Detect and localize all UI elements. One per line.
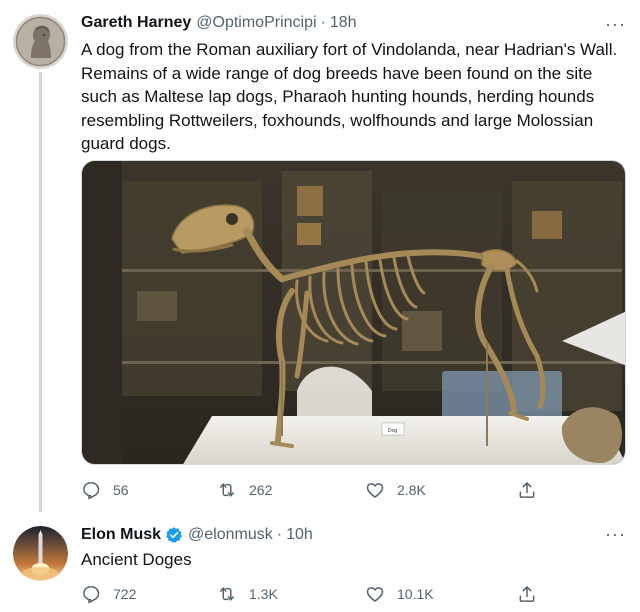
tweet-media-photo[interactable]: Dog [81,160,626,465]
avatar[interactable] [13,14,68,69]
retweet-button[interactable]: 1.3K [217,582,278,606]
heart-icon [366,483,384,498]
tweet-actions: 722 1.3K 10.1K [81,582,626,606]
specimen-label: Dog [388,428,397,434]
timestamp[interactable]: 10h [286,526,313,544]
dog-skeleton-photo-icon: Dog [82,161,625,464]
avatar[interactable] [13,526,68,581]
separator-dot: · [320,14,326,31]
tweet-header: Elon Musk @elonmusk · 10h [81,524,313,546]
retweet-count: 1.3K [249,586,278,602]
reply-icon [83,586,100,604]
reply-count: 722 [113,586,137,602]
retweet-icon [220,587,234,601]
author-name[interactable]: Gareth Harney [81,14,191,32]
reply-button[interactable]: 722 [81,582,136,606]
author-name[interactable]: Elon Musk [81,526,161,544]
tweet-text: Ancient Doges [81,550,192,569]
like-button[interactable]: 2.8K [365,478,426,502]
share-icon [519,586,535,602]
reply-count: 56 [113,482,129,498]
tweet-header: Gareth Harney @OptimoPrincipi · 18h [81,12,357,34]
share-button[interactable] [517,478,549,502]
tweet-gareth-harney[interactable]: Gareth Harney @OptimoPrincipi · 18h ··· … [0,0,640,512]
like-count: 2.8K [397,482,426,498]
retweet-count: 262 [249,482,273,498]
roman-coin-portrait-icon [13,14,68,69]
more-options-icon[interactable]: ··· [605,14,626,35]
timestamp[interactable]: 18h [330,14,357,32]
verified-badge-icon [166,527,182,543]
share-icon [519,482,535,498]
like-button[interactable]: 10.1K [365,582,434,606]
retweet-button[interactable]: 262 [217,478,272,502]
thread-connector-line [39,72,42,512]
retweet-icon [220,483,234,497]
more-options-icon[interactable]: ··· [605,524,626,545]
like-count: 10.1K [397,586,434,602]
tweet-actions: 56 262 2.8K [81,478,626,502]
share-button[interactable] [517,582,549,606]
reply-button[interactable]: 56 [81,478,129,502]
tweet-text: A dog from the Roman auxiliary fort of V… [81,40,618,153]
author-handle[interactable]: @elonmusk [188,526,273,544]
author-handle[interactable]: @OptimoPrincipi [196,14,316,32]
separator-dot: · [276,526,283,543]
reply-icon [83,482,100,500]
rocket-launch-portrait-icon [13,526,68,581]
heart-icon [366,587,384,602]
